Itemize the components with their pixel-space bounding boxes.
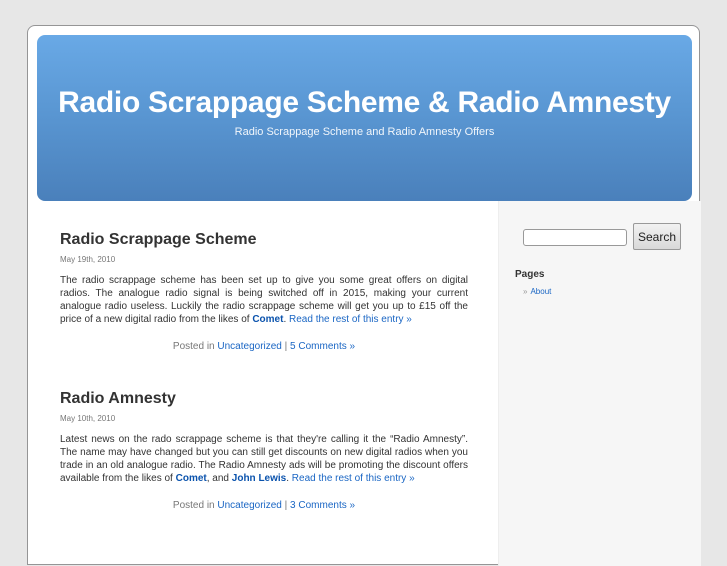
post-entry: The radio scrappage scheme has been set … xyxy=(60,274,468,326)
search-button[interactable]: Search xyxy=(633,223,681,250)
site-description: Radio Scrappage Scheme and Radio Amnesty… xyxy=(234,126,495,138)
comet-link[interactable]: Comet xyxy=(252,314,283,325)
post-date: May 19th, 2010 xyxy=(60,255,116,264)
about-link[interactable]: About xyxy=(530,287,551,296)
site-header: Radio Scrappage Scheme & Radio Amnesty R… xyxy=(37,35,692,201)
john-lewis-link[interactable]: John Lewis xyxy=(232,473,286,484)
pages-list: » About xyxy=(523,287,551,296)
posted-in-label: Posted in xyxy=(172,341,215,352)
comments-link[interactable]: 5 Comments » xyxy=(290,341,355,352)
post-meta: Posted in Uncategorized | 5 Comments » xyxy=(60,341,468,352)
category-link[interactable]: Uncategorized xyxy=(217,500,281,511)
read-more-link[interactable]: Read the rest of this entry » xyxy=(292,473,415,484)
comments-link[interactable]: 3 Comments » xyxy=(290,500,355,511)
site-title-link[interactable]: Radio Scrappage Scheme & Radio Amnesty xyxy=(37,86,692,120)
post: Radio Amnesty May 10th, 2010 Latest news… xyxy=(60,390,468,511)
page-container: Radio Scrappage Scheme & Radio Amnesty R… xyxy=(27,25,701,566)
post-meta: Posted in Uncategorized | 3 Comments » xyxy=(60,500,468,511)
read-more-link[interactable]: Read the rest of this entry » xyxy=(289,314,412,325)
bullet-raquo-icon: » xyxy=(523,287,528,296)
category-link[interactable]: Uncategorized xyxy=(217,341,281,352)
post-date: May 10th, 2010 xyxy=(60,414,116,423)
page-item-about: » About xyxy=(523,287,551,296)
posted-in-label: Posted in xyxy=(172,500,215,511)
post-title[interactable]: Radio Scrappage Scheme xyxy=(60,231,468,249)
search-input[interactable] xyxy=(523,229,627,246)
post-title[interactable]: Radio Amnesty xyxy=(60,390,468,408)
meta-separator: | xyxy=(284,341,288,352)
pages-heading: Pages xyxy=(515,269,545,280)
sidebar: Search Pages » About xyxy=(498,201,701,566)
meta-separator: | xyxy=(284,500,288,511)
comet-link[interactable]: Comet xyxy=(176,473,207,484)
post: Radio Scrappage Scheme May 19th, 2010 Th… xyxy=(60,231,468,352)
post-entry: Latest news on the rado scrappage scheme… xyxy=(60,433,468,485)
punct: , and xyxy=(206,473,232,484)
